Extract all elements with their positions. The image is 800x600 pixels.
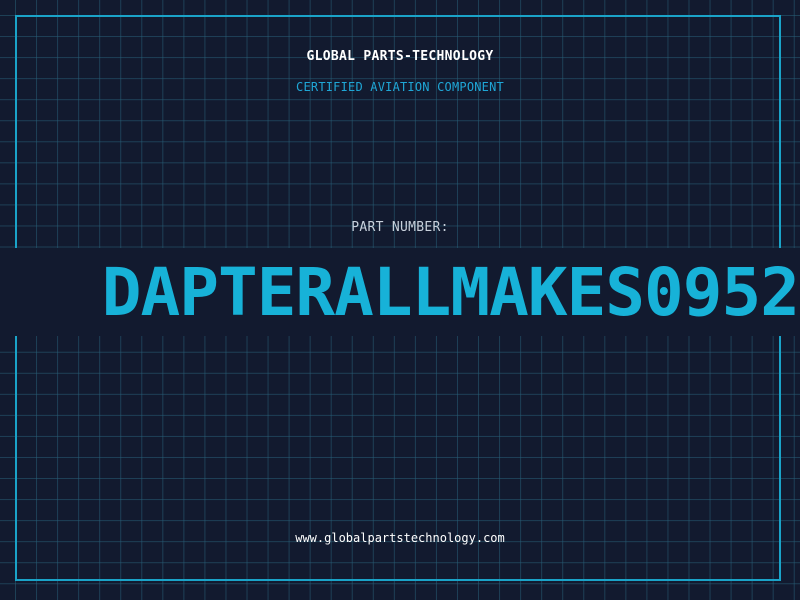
part-number-value: DAPTERALLMAKES0952 xyxy=(101,254,800,331)
website-url: www.globalpartstechnology.com xyxy=(295,531,505,545)
company-name: GLOBAL PARTS-TECHNOLOGY xyxy=(306,49,494,64)
part-number-band: DAPTERALLMAKES0952 xyxy=(0,248,800,336)
certification-subtitle: CERTIFIED AVIATION COMPONENT xyxy=(296,80,504,94)
part-number-label: PART NUMBER: xyxy=(351,220,449,235)
